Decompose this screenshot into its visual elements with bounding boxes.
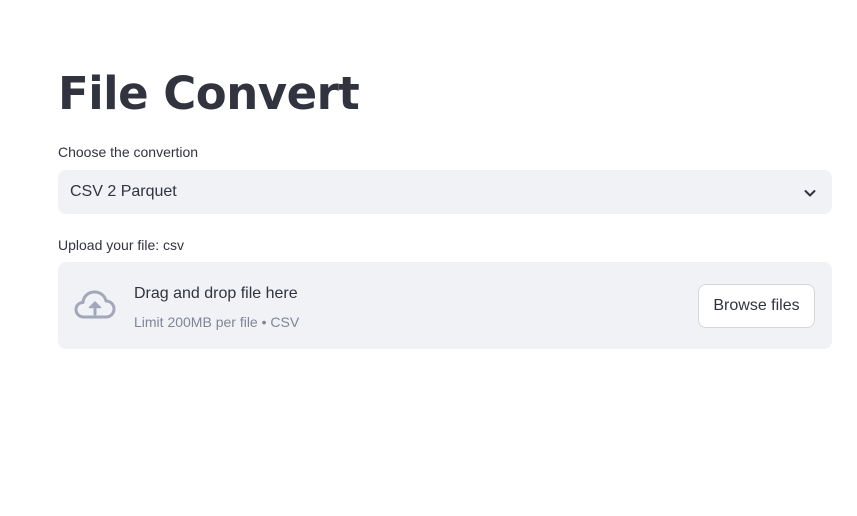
chevron-down-icon-graphic [804,190,816,197]
conversion-select-label: Choose the convertion [58,144,199,160]
cloud-upload-icon [74,289,116,321]
chevron-down-icon[interactable] [802,185,818,201]
dropzone-limit-hint: Limit 200MB per file • CSV [134,314,300,330]
dropzone-instruction: Drag and drop file here [134,285,298,302]
page-title: File Convert [58,67,360,120]
conversion-select[interactable]: CSV 2 Parquet [58,170,832,214]
file-uploader-label: Upload your file: csv [58,237,185,253]
cloud-upload-icon-graphic [74,290,116,319]
conversion-select-value: CSV 2 Parquet [70,183,177,200]
file-dropzone[interactable]: Drag and drop file here Limit 200MB per … [58,262,832,349]
browse-files-button[interactable]: Browse files [698,284,815,328]
